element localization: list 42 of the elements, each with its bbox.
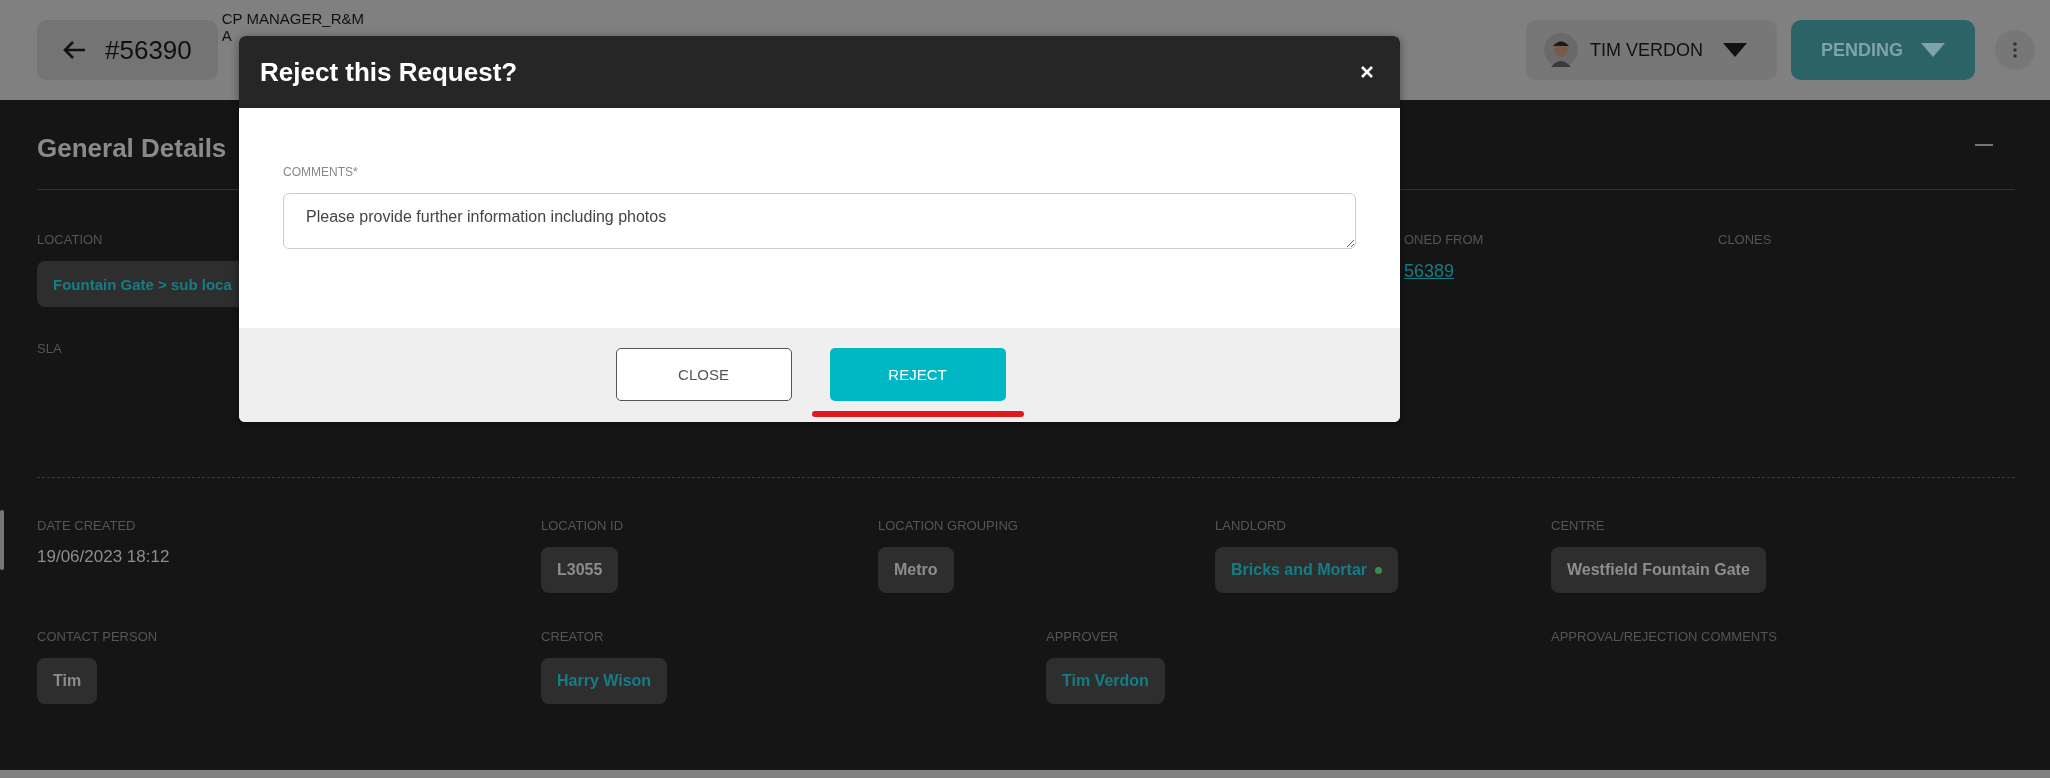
field-label: LOCATION GROUPING (878, 518, 1018, 533)
field-label: CREATOR (541, 629, 604, 644)
link-chip[interactable]: Bricks and Mortar (1215, 547, 1399, 593)
field-label: LANDLORD (1215, 518, 1286, 533)
request-title: A (221, 27, 233, 44)
field-label: CONTACT PERSON (37, 629, 158, 644)
field-label: LOCATION (37, 232, 103, 247)
more-icon (2013, 42, 2017, 58)
request-title: CP MANAGER_R&M (221, 10, 365, 27)
field-label: CLONES (1718, 232, 1772, 247)
field-label: COMMENTS* (283, 165, 359, 179)
chip-label: Bricks and Mortar (1231, 561, 1368, 579)
dialog-title: Reject this Request? (260, 56, 518, 88)
reject-button[interactable]: REJECT (829, 348, 1006, 401)
field-label: APPROVER (1046, 629, 1119, 644)
value-chip: Tim (37, 658, 98, 704)
cancel-button[interactable]: CLOSE (615, 348, 792, 401)
comments-field[interactable]: Please provide further information including photos (283, 193, 1356, 249)
back-arrow-icon (63, 40, 87, 60)
scroll-indicator (0, 510, 4, 570)
field-label: SLA (37, 341, 62, 356)
field-label: DATE CREATED (37, 518, 136, 533)
value-chip: Metro (878, 547, 954, 593)
status-dropdown[interactable]: PENDING (1791, 20, 1975, 80)
value-chip: L3055 (541, 547, 619, 593)
link-chip[interactable]: Harry Wison (541, 658, 668, 704)
section-title: General Details (37, 133, 227, 164)
field-label: APPROVAL/REJECTION COMMENTS (1551, 629, 1777, 644)
back-button[interactable]: #56390 (37, 20, 218, 80)
field-label: LOCATION ID (541, 518, 624, 533)
caret-icon (1921, 43, 1945, 57)
link[interactable]: 56389 (1404, 261, 1455, 282)
user-dropdown[interactable]: TIM VERDON (1525, 20, 1777, 80)
value-chip: Westfield Fountain Gate (1551, 547, 1766, 593)
caret-icon (1723, 43, 1747, 57)
collapse-button[interactable] (1975, 143, 1993, 146)
field-label: CENTRE (1551, 518, 1605, 533)
link-chip[interactable]: Tim Verdon (1046, 658, 1165, 704)
avatar-icon (1543, 33, 1578, 67)
field-label: ONED FROM (1404, 232, 1484, 247)
close-icon (1360, 65, 1374, 79)
field-value: 19/06/2023 18:12 (37, 547, 170, 567)
